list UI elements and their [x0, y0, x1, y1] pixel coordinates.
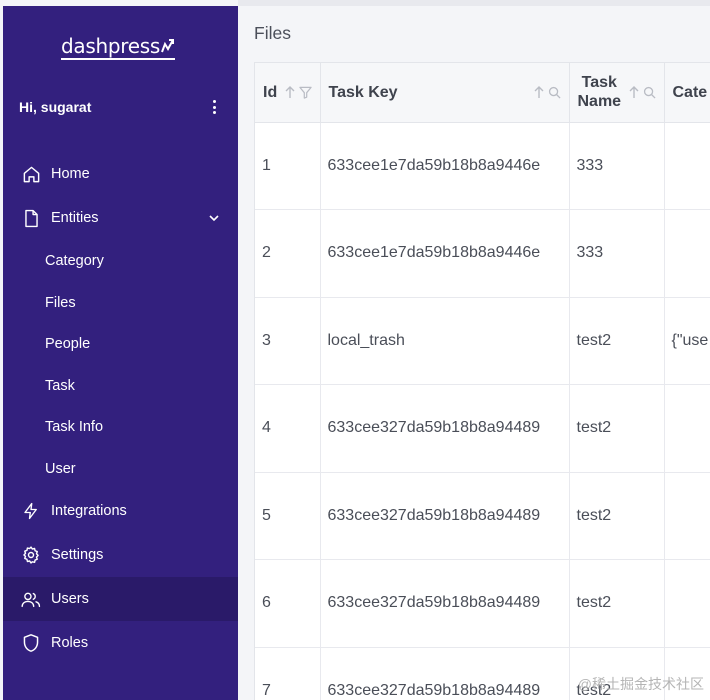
nav-item-label: Entities [51, 210, 99, 226]
filter-icon[interactable] [298, 86, 312, 99]
home-icon [21, 164, 41, 184]
brand-logo[interactable]: dashpress [61, 34, 175, 60]
table-cell: 7 [255, 647, 321, 700]
table-cell: test2 [569, 297, 665, 385]
table-cell: 5 [255, 472, 321, 560]
users-icon [21, 589, 41, 609]
table-cell [664, 209, 710, 298]
table-row[interactable]: 4 633cee327da59b18b8a94489 test2 [255, 384, 710, 473]
nav-item-roles[interactable]: Roles [3, 621, 238, 665]
table-cell: 3 [255, 297, 321, 385]
sort-arrow-up-icon[interactable] [628, 85, 640, 99]
sidebar-item-task[interactable]: Task [45, 371, 75, 401]
watermark: @稀土掘金技术社区 [577, 676, 704, 692]
nav-item-label: Settings [51, 547, 104, 563]
table-cell: {"use [664, 297, 710, 385]
search-icon[interactable] [548, 86, 561, 99]
column-label-line: Task [581, 74, 617, 92]
user-row: Hi, sugarat [19, 96, 222, 118]
sidebar-item-task-info[interactable]: Task Info [45, 412, 103, 442]
table-cell: 633cee327da59b18b8a94489 [320, 647, 570, 700]
table-cell: test2 [569, 559, 665, 648]
shield-icon [21, 633, 41, 653]
nav-item-home[interactable]: Home [3, 152, 238, 196]
sort-arrow-up-icon[interactable] [284, 85, 296, 99]
table-cell: 633cee327da59b18b8a94489 [320, 472, 570, 560]
column-label: Cate [672, 83, 708, 101]
table-cell: 633cee1e7da59b18b8a9446e [320, 122, 570, 210]
nav-item-entities[interactable]: Entities [3, 196, 238, 240]
search-icon[interactable] [643, 86, 656, 99]
nav-item-label: Roles [51, 635, 89, 651]
chevron-down-icon[interactable] [208, 212, 220, 224]
nav-item-users[interactable]: Users [3, 577, 238, 621]
nav-item-label: Integrations [51, 503, 127, 519]
lightning-icon [21, 501, 41, 521]
trend-arrow-icon [161, 39, 174, 53]
table-cell: test2 [569, 472, 665, 560]
sidebar-item-people[interactable]: People [45, 329, 90, 359]
brand-name: dashpress [61, 34, 160, 58]
user-greeting: Hi, sugarat [19, 99, 92, 115]
table-cell [664, 122, 710, 210]
table-cell: 333 [569, 209, 665, 298]
main-content: Files Id Task Key Task Name Cate 1 633ce… [238, 0, 710, 700]
table-row[interactable]: 3 local_trash test2 {"use [255, 297, 710, 385]
nav-item-settings[interactable]: Settings [3, 533, 238, 577]
more-options-icon[interactable] [206, 98, 222, 116]
table-cell [664, 559, 710, 648]
sidebar-item-files[interactable]: Files [45, 288, 76, 318]
column-label: Task Name [578, 73, 622, 111]
table-cell [664, 472, 710, 560]
table-cell: 633cee327da59b18b8a94489 [320, 384, 570, 473]
table-cell: local_trash [320, 297, 570, 385]
nav-item-label: Users [51, 591, 89, 607]
column-header-task-name[interactable]: Task Name [569, 63, 665, 123]
data-table-container: Id Task Key Task Name Cate 1 633cee1e7da… [254, 62, 710, 700]
table-row[interactable]: 2 633cee1e7da59b18b8a9446e 333 [255, 209, 710, 298]
table-cell: 333 [569, 122, 665, 210]
file-icon [21, 208, 41, 228]
nav-item-integrations[interactable]: Integrations [3, 489, 238, 533]
table-row[interactable]: 1 633cee1e7da59b18b8a9446e 333 [255, 122, 710, 210]
table-cell: test2 [569, 384, 665, 473]
table-cell: 4 [255, 384, 321, 473]
table-cell: 2 [255, 209, 321, 298]
sort-arrow-up-icon[interactable] [533, 85, 545, 99]
column-header-id[interactable]: Id [255, 63, 321, 123]
table-row[interactable]: 5 633cee327da59b18b8a94489 test2 [255, 472, 710, 560]
table-header-row: Id Task Key Task Name Cate [255, 63, 710, 123]
sidebar-item-category[interactable]: Category [45, 246, 104, 276]
sidebar-item-user[interactable]: User [45, 454, 76, 484]
table-cell: 6 [255, 559, 321, 648]
column-label: Task Key [328, 83, 398, 101]
table-cell [664, 384, 710, 473]
top-bar [238, 0, 710, 6]
sidebar: dashpress Hi, sugarat Home Entities Cate… [3, 6, 238, 700]
page-title: Files [254, 23, 291, 43]
column-label-line: Name [577, 93, 622, 111]
column-label: Id [263, 83, 278, 101]
nav-item-label: Home [51, 166, 90, 182]
data-table: Id Task Key Task Name Cate 1 633cee1e7da… [255, 63, 710, 700]
table-cell: 633cee1e7da59b18b8a9446e [320, 209, 570, 298]
column-header-category[interactable]: Cate [664, 63, 710, 123]
table-cell: 1 [255, 122, 321, 210]
gear-icon [21, 545, 41, 565]
table-row[interactable]: 6 633cee327da59b18b8a94489 test2 [255, 559, 710, 648]
column-header-task-key[interactable]: Task Key [320, 63, 570, 123]
table-cell: 633cee327da59b18b8a94489 [320, 559, 570, 648]
